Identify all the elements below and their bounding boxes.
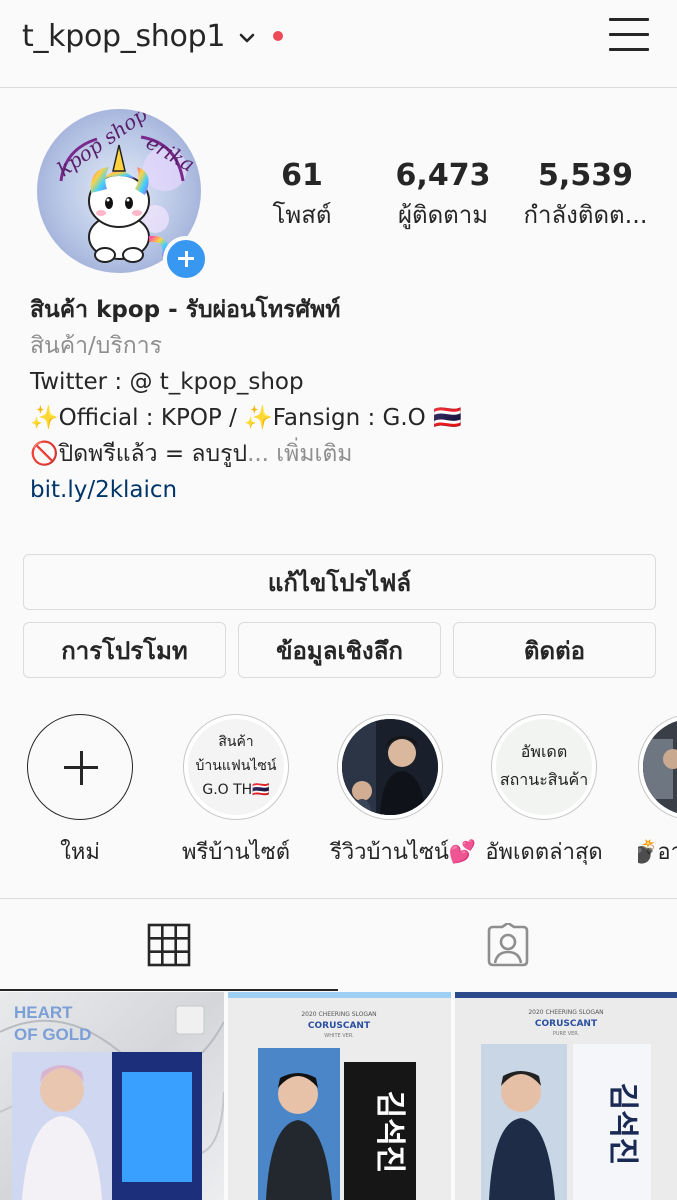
post-small-text: 2020 CHEERING SLOGAN xyxy=(528,1009,603,1016)
followers-count[interactable]: 6,473 ผู้ติดตาม xyxy=(388,156,498,234)
post-image: 2020 CHEERING SLOGAN CORUSCANT PURE VER.… xyxy=(455,992,677,1200)
tab-tagged[interactable] xyxy=(339,899,677,991)
plus-icon xyxy=(27,714,133,820)
menu-icon[interactable] xyxy=(609,16,649,52)
top-bar: t_kpop_shop1 xyxy=(0,0,677,88)
tagged-icon xyxy=(487,923,529,967)
bio-line-closed: 🚫ปิดพรีแล้ว = ลบรูป... เพิ่มเติม xyxy=(30,436,650,472)
highlight-cover xyxy=(337,714,443,820)
post-thumbnail[interactable]: 2020 CHEERING SLOGAN CORUSCANT WHITE VER… xyxy=(228,992,451,1200)
highlight-label: รีวิวบ้านไซน์💕 xyxy=(330,840,477,865)
following-label: กำลังติดต... xyxy=(523,201,648,229)
following-value: 5,539 xyxy=(538,158,633,193)
profile-category: สินค้า/บริการ xyxy=(30,333,162,359)
highlight-cover-line: สถานะสินค้า xyxy=(499,770,589,789)
highlight-cover: อัพเดต สถานะสินค้า xyxy=(491,714,597,820)
contact-button[interactable]: ติดต่อ xyxy=(453,622,656,678)
edit-profile-button[interactable]: แก้ไขโปรไฟล์ xyxy=(23,554,656,610)
bio-link[interactable]: bit.ly/2klaicn xyxy=(30,472,650,508)
chevron-down-icon xyxy=(239,33,255,43)
slogan-text: 김석진 xyxy=(605,1083,640,1166)
highlight-new[interactable]: ใหม่ xyxy=(20,714,140,869)
post-title-line-2: OF GOLD xyxy=(14,1025,91,1044)
post-title-line-1: HEART xyxy=(14,1003,73,1022)
post-version: WHITE VER. xyxy=(324,1033,354,1039)
posts-count[interactable]: 61 โพสต์ xyxy=(262,156,342,234)
highlight-cover: สินค้า บ้านแฟนไซน์ G.O TH🇹🇭 xyxy=(183,714,289,820)
post-small-text: 2020 CHEERING SLOGAN xyxy=(301,1011,376,1018)
following-count[interactable]: 5,539 กำลังติดต... xyxy=(518,156,653,234)
highlight-label: ใหม่ xyxy=(60,840,100,865)
highlight-pre-order[interactable]: สินค้า บ้านแฟนไซน์ G.O TH🇹🇭 พรีบ้านไซต์ xyxy=(176,714,296,869)
post-version: PURE VER. xyxy=(553,1031,580,1037)
slogan-text: 김석진 xyxy=(372,1091,407,1174)
post-thumbnail[interactable]: HEART OF GOLD xyxy=(0,992,224,1200)
post-title: CORUSCANT xyxy=(308,1021,371,1031)
more-link[interactable]: ... เพิ่มเติม xyxy=(247,441,352,467)
highlight-latest-update[interactable]: อัพเดต สถานะสินค้า อัพเดตล่าสุด xyxy=(484,714,604,869)
post-title: CORUSCANT xyxy=(535,1019,598,1029)
tab-posts-grid[interactable] xyxy=(0,899,338,991)
highlight-label: อัพเดตล่าสุด xyxy=(485,840,603,865)
highlight-cover-line: สินค้า xyxy=(218,734,254,750)
profile-name: สินค้า kpop - รับผ่อนโทรศัพท์ xyxy=(30,297,341,323)
promotions-button[interactable]: การโปรโมท xyxy=(23,622,226,678)
highlight-cover-line: บ้านแฟนไซน์ xyxy=(195,758,277,774)
post-thumbnail[interactable]: 2020 CHEERING SLOGAN CORUSCANT PURE VER.… xyxy=(455,992,677,1200)
add-story-plus-icon[interactable] xyxy=(163,236,209,282)
highlight-cover-line: G.O TH🇹🇭 xyxy=(202,782,270,798)
highlight-cover-line: อัพเดต xyxy=(520,742,568,761)
notification-dot xyxy=(273,31,284,41)
account-switcher[interactable]: t_kpop_shop1 xyxy=(22,16,284,56)
highlight-cover xyxy=(638,714,677,820)
post-image: 2020 CHEERING SLOGAN CORUSCANT WHITE VER… xyxy=(228,992,451,1200)
post-image: HEART OF GOLD xyxy=(0,992,224,1200)
highlight-review[interactable]: รีวิวบ้านไซน์💕 xyxy=(330,714,477,869)
bio: สินค้า kpop - รับผ่อนโทรศัพท์ สินค้า/บริ… xyxy=(30,292,650,508)
followers-label: ผู้ติดตาม xyxy=(397,201,489,229)
highlight-label: 💣อา xyxy=(638,840,677,865)
posts-value: 61 xyxy=(281,158,323,193)
highlight-more[interactable]: 💣อา xyxy=(638,714,677,869)
bio-line-twitter: Twitter : @ t_kpop_shop xyxy=(30,369,304,395)
username: t_kpop_shop1 xyxy=(22,18,226,54)
photo-thumbnail xyxy=(643,719,677,815)
bio-line-closed-text: 🚫ปิดพรีแล้ว = ลบรูป xyxy=(30,441,248,467)
photo-thumbnail xyxy=(342,719,438,815)
grid-icon xyxy=(147,923,191,967)
bio-line-official: ✨Official : KPOP / ✨Fansign : G.O 🇹🇭 xyxy=(30,405,462,431)
posts-label: โพสต์ xyxy=(272,201,332,229)
insights-button[interactable]: ข้อมูลเชิงลึก xyxy=(238,622,441,678)
followers-value: 6,473 xyxy=(395,158,491,193)
profile-tabs xyxy=(0,898,677,991)
highlight-label: พรีบ้านไซต์ xyxy=(182,840,290,865)
